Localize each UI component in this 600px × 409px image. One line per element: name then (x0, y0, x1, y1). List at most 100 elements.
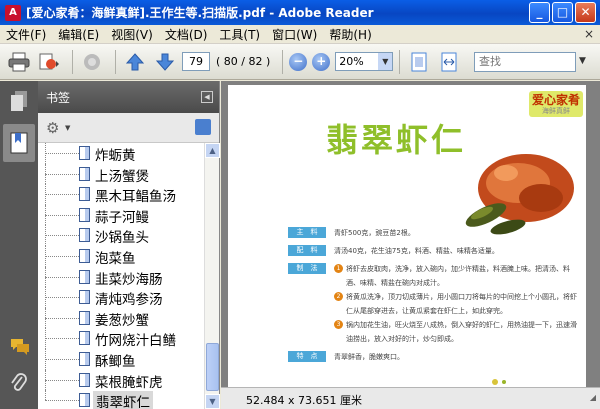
search-dropdown-icon[interactable]: ▼ (579, 56, 586, 66)
arrow-up-icon (125, 52, 145, 70)
tree-connector (45, 317, 79, 319)
minimize-button[interactable]: _ (529, 2, 550, 23)
bookmark-page-icon (79, 166, 90, 181)
section-tag: 主 料 (288, 227, 326, 238)
menu-window[interactable]: 窗口(W) (266, 26, 323, 43)
step-number: 2 (334, 292, 343, 301)
toolbar-separator (72, 49, 73, 74)
bookmark-page-icon (79, 248, 90, 263)
zoom-in-button[interactable]: + (312, 52, 331, 71)
expand-bookmark-icon[interactable] (195, 119, 211, 135)
bookmark-item[interactable]: 蒜子河鳗 (38, 204, 204, 226)
tree-connector (45, 194, 79, 196)
arrow-down-icon (155, 53, 175, 71)
bookmark-item[interactable]: 姜葱炒蟹 (38, 307, 204, 329)
menu-tools[interactable]: 工具(T) (213, 26, 266, 43)
page-dimensions: 52.484 x 73.651 厘米 (246, 394, 362, 407)
bookmark-page-icon (79, 207, 90, 222)
bookmark-page-icon (79, 393, 90, 408)
bookmark-item[interactable]: 上汤蟹煲 (38, 163, 204, 185)
tree-connector (45, 173, 79, 175)
title-bar: A [爱心家肴：海鲜真鲜].王作生等.扫描版.pdf - Adobe Reade… (0, 0, 600, 25)
collapse-panel-button[interactable]: ◀ (201, 91, 213, 103)
plus-icon: + (316, 53, 327, 68)
close-button[interactable]: ✕ (575, 2, 596, 23)
scroll-thumb[interactable] (206, 343, 219, 391)
previous-page-button[interactable] (122, 49, 148, 75)
bookmark-page-icon (79, 146, 90, 160)
section-tag: 配 料 (288, 245, 326, 256)
page-number-input[interactable] (182, 52, 210, 71)
page-footer-decoration (490, 377, 510, 387)
comments-panel-icon[interactable] (9, 336, 29, 358)
bookmark-item[interactable]: 酥鲫鱼 (38, 348, 204, 370)
bookmark-item[interactable]: 竹网烧汁白鳝 (38, 328, 204, 349)
recipe-step: 2 将黄瓜洗净，顶刀切成薄片，用小圆口刀将每片的中间挖上个小圆孔，将虾仁从尾部穿进… (334, 290, 578, 318)
menu-view[interactable]: 视图(V) (105, 26, 159, 43)
bookmark-item[interactable]: 菜根腌虾虎 (38, 369, 204, 391)
step-text: 锅内加花生油，旺火烧至八成热，倒入穿好的虾仁，用热油提一下，迅速滑油捞出，放入对… (346, 321, 577, 343)
section-tag: 特 点 (288, 351, 326, 362)
brand-tag: 爱心家肴 海鲜真鲜 (529, 91, 583, 117)
step-text: 将黄瓜洗净，顶刀切成薄片，用小圆口刀将每片的中间挖上个小圆孔，将虾仁从尾部穿进去… (346, 293, 577, 315)
resize-grip-icon[interactable]: ◢ (590, 393, 596, 402)
vertical-scrollbar[interactable]: ▲ ▼ (204, 143, 220, 409)
bookmark-label: 泡菜鱼 (95, 250, 136, 267)
bookmark-page-icon (79, 269, 90, 284)
section-text: 清汤40克，花生油75克，料酒、精盐、味精各适量。 (334, 247, 499, 255)
bookmark-item[interactable]: 沙锅鱼头 (38, 225, 204, 246)
create-pdf-button[interactable] (36, 49, 62, 75)
window-controls: _ □ ✕ (529, 2, 596, 23)
pages-panel-icon[interactable] (9, 89, 29, 111)
recipe-section: 制 法 1 将虾去皮取肉，洗净，放入碗内，加少许精盐，料酒腌上味。把清汤、料酒、味精… (288, 262, 578, 346)
bookmark-item-selected[interactable]: 翡翠虾仁 (38, 390, 204, 409)
toolbar-separator (115, 49, 116, 74)
adobe-reader-icon: A (5, 4, 21, 21)
scroll-down-icon[interactable]: ▼ (205, 394, 220, 409)
zoom-out-button[interactable]: − (289, 52, 308, 71)
bookmark-item[interactable]: 清炖鸡参汤 (38, 287, 204, 308)
bookmark-page-icon (79, 290, 90, 305)
maximize-button[interactable]: □ (552, 2, 573, 23)
bookmark-page-icon (79, 351, 90, 366)
status-bar: 52.484 x 73.651 厘米 ◢ (221, 387, 600, 409)
bookmark-page-icon (79, 187, 90, 202)
tree-connector (45, 358, 79, 360)
menu-edit[interactable]: 编辑(E) (52, 26, 105, 43)
bookmark-item[interactable]: 韭菜炒海肠 (38, 266, 204, 288)
attachments-panel-icon[interactable] (9, 373, 29, 395)
document-close-icon[interactable]: × (584, 27, 594, 41)
bookmark-label: 黑木耳鲳鱼汤 (95, 189, 176, 206)
bookmarks-panel-icon[interactable] (9, 131, 29, 154)
tree-connector (45, 255, 79, 257)
menu-file[interactable]: 文件(F) (0, 26, 52, 43)
options-dropdown-icon[interactable]: ▼ (65, 124, 70, 132)
panel-toolbar: ⚙ ▼ (38, 113, 219, 143)
bookmark-item[interactable]: 泡菜鱼 (38, 245, 204, 267)
hand-tool-button[interactable] (79, 49, 105, 75)
bookmark-item[interactable]: 黑木耳鲳鱼汤 (38, 184, 204, 205)
scroll-up-icon[interactable]: ▲ (205, 143, 220, 158)
bookmark-item[interactable]: 炸蛎黄 (38, 143, 204, 164)
tree-connector (45, 379, 79, 381)
minus-icon: − (293, 53, 304, 68)
fit-width-button[interactable] (436, 49, 462, 75)
step-number: 1 (334, 264, 343, 273)
menu-help[interactable]: 帮助(H) (323, 26, 377, 43)
panel-title: 书签 (46, 90, 71, 105)
next-page-button[interactable] (152, 49, 178, 75)
search-input[interactable] (474, 52, 576, 72)
bookmark-label: 竹网烧汁白鳝 (95, 333, 176, 350)
hand-icon (84, 53, 100, 70)
zoom-select[interactable]: 20% ▼ (335, 52, 394, 71)
bookmark-label: 蒜子河鳗 (95, 209, 149, 226)
tree-connector (45, 338, 79, 340)
page-total: ( 80 / 82 ) (216, 55, 271, 68)
menu-document[interactable]: 文档(D) (159, 26, 214, 43)
print-button[interactable] (6, 49, 32, 75)
comment-bubbles-icon (11, 339, 29, 355)
dish-title: 翡翠虾仁 (326, 121, 467, 159)
fit-page-button[interactable] (406, 49, 432, 75)
gear-icon[interactable]: ⚙ (46, 119, 59, 137)
section-tag: 制 法 (288, 263, 326, 274)
